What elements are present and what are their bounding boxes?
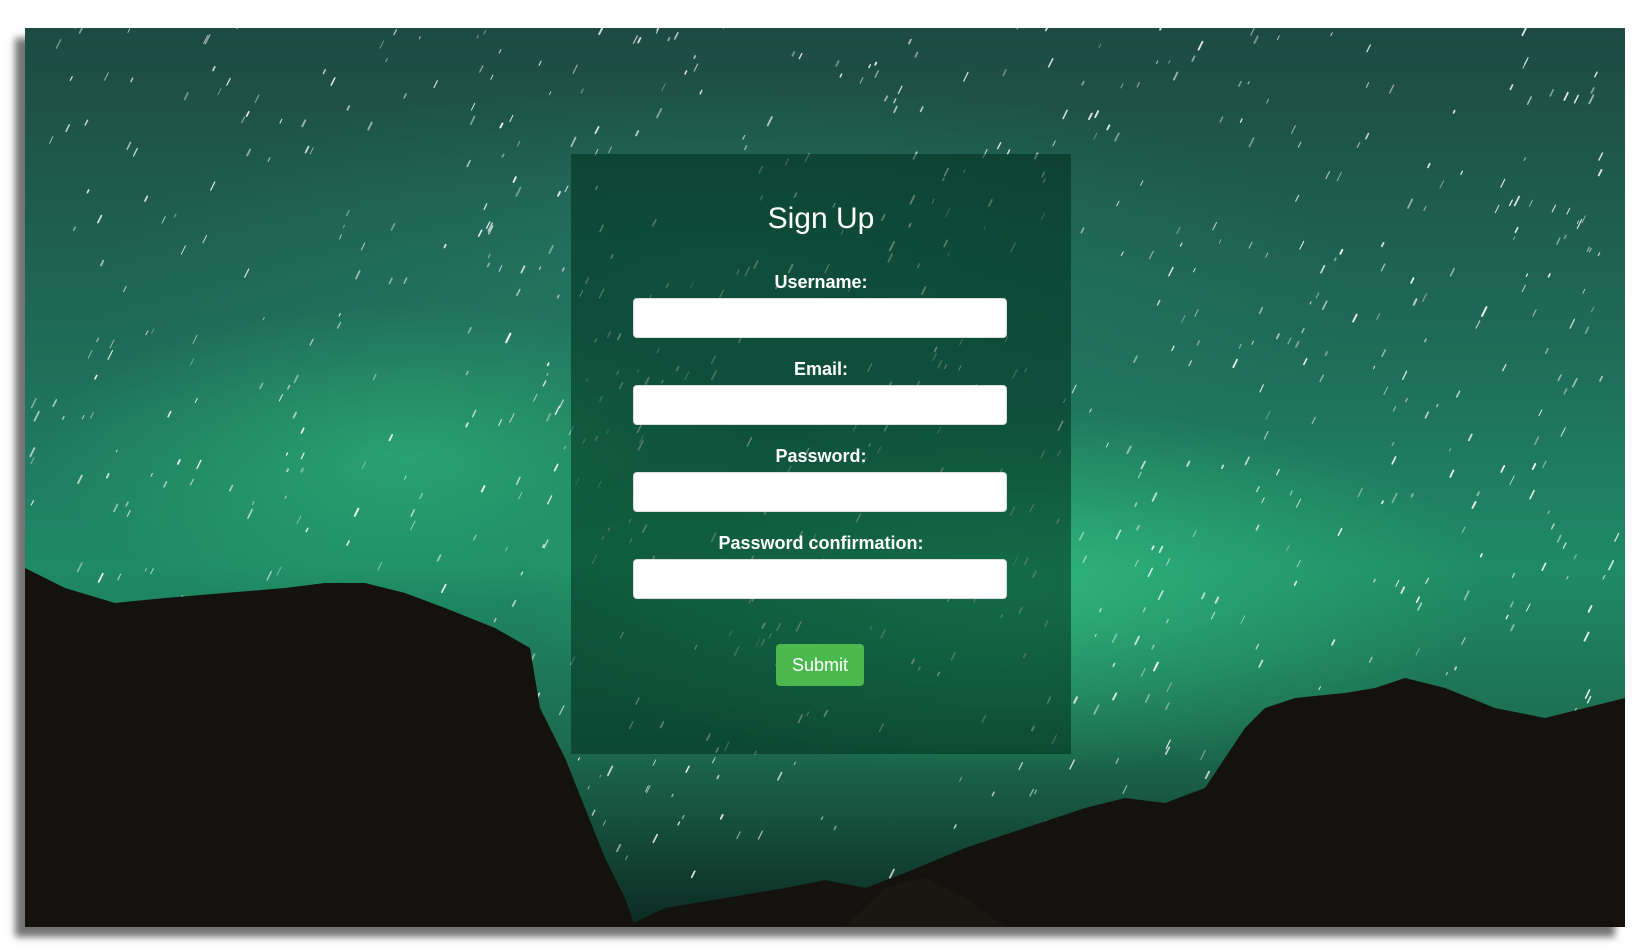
form-title: Sign Up	[767, 202, 875, 235]
username-label: Username:	[774, 272, 868, 292]
email-input[interactable]	[633, 385, 1007, 425]
signup-form: Sign Up Username: Email: Password: Passw…	[571, 154, 1071, 754]
app-window: Sign Up Username: Email: Password: Passw…	[25, 28, 1625, 927]
password-input[interactable]	[633, 472, 1007, 512]
password-label: Password:	[775, 446, 867, 466]
submit-button[interactable]: Submit	[776, 644, 864, 686]
email-label: Email:	[793, 359, 849, 379]
password-confirmation-label: Password confirmation:	[718, 533, 924, 553]
password-confirmation-input[interactable]	[633, 559, 1007, 599]
username-input[interactable]	[633, 298, 1007, 338]
